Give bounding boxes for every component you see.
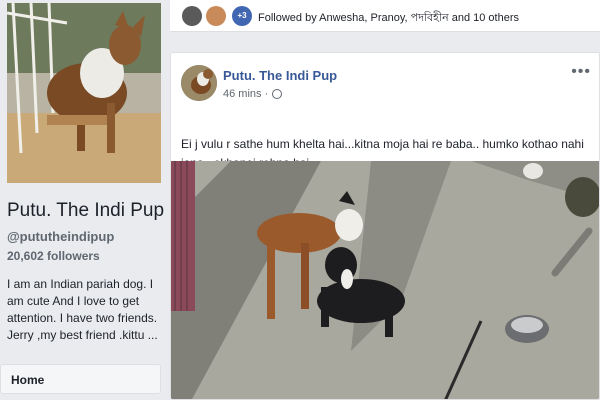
page-title[interactable]: Putu. The Indi Pup	[7, 200, 164, 222]
post-timestamp[interactable]: 46 mins ·	[223, 88, 268, 100]
post-card: Putu. The Indi Pup 46 mins · ••• Ei j vu…	[170, 52, 600, 400]
post-video[interactable]	[171, 161, 599, 399]
followed-by-bar: +3 Followed by Anwesha, Pranoy, পদবিহীন …	[170, 0, 600, 32]
globe-icon	[272, 89, 283, 99]
page-sidebar: Putu. The Indi Pup @pututheindipup 20,60…	[0, 0, 168, 400]
more-friends-badge[interactable]: +3	[232, 6, 252, 26]
page-handle[interactable]: @pututheindipup	[7, 229, 114, 244]
page-about-text: I am an Indian pariah dog. I am cute And…	[7, 277, 158, 342]
followed-by-text[interactable]: Followed by Anwesha, Pranoy, পদবিহীন and…	[258, 9, 519, 28]
page-profile-photo[interactable]	[7, 3, 161, 183]
post-author-name[interactable]: Putu. The Indi Pup	[223, 68, 337, 83]
followers-count: 20,602 followers	[7, 249, 100, 263]
more-options-icon[interactable]: •••	[571, 63, 591, 81]
post-author-avatar[interactable]	[181, 65, 217, 101]
post-meta: 46 mins ·	[223, 88, 283, 100]
friend-avatar[interactable]	[206, 6, 226, 26]
nav-home-tab[interactable]: Home	[0, 364, 161, 394]
friend-avatar[interactable]	[182, 6, 202, 26]
